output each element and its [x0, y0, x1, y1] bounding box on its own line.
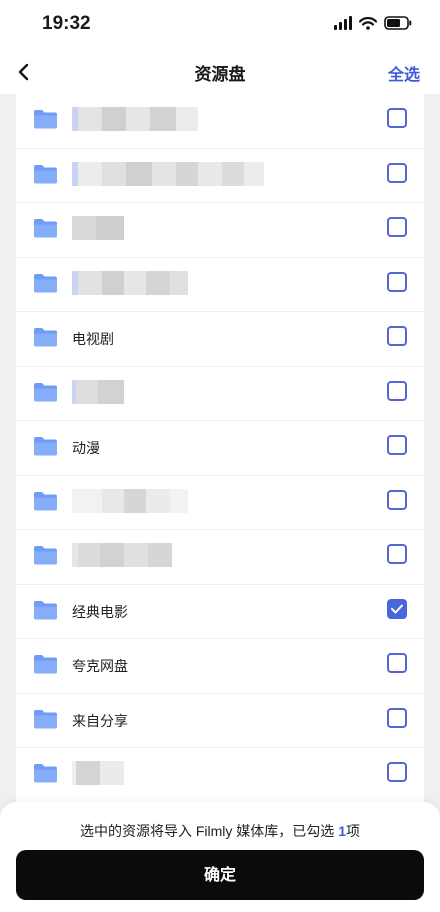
folder-row[interactable]: 来自分享 [16, 694, 424, 748]
folder-row[interactable] [16, 258, 424, 312]
folder-row[interactable]: 动漫 [16, 421, 424, 476]
selected-count: 1 [338, 823, 346, 839]
signal-icon [334, 16, 352, 30]
folder-row[interactable] [16, 367, 424, 421]
folder-icon [33, 273, 58, 293]
folder-checkbox[interactable] [387, 162, 407, 183]
folder-row[interactable] [16, 203, 424, 258]
folder-icon [33, 109, 58, 129]
folder-name: 来自分享 [72, 712, 128, 729]
folder-row[interactable] [16, 748, 424, 803]
redacted-folder-name [72, 270, 188, 295]
folder-icon [33, 436, 58, 456]
redacted-folder-name [72, 488, 188, 513]
folder-row[interactable]: 电视剧 [16, 312, 424, 367]
folder-checkbox[interactable] [387, 489, 407, 510]
folder-list: 电视剧动漫经典电影夸克网盘来自分享 [16, 94, 424, 814]
folder-name: 电视剧 [72, 331, 114, 347]
confirm-button[interactable]: 确定 [16, 850, 424, 900]
folder-name: 经典电影 [72, 603, 128, 620]
folder-row[interactable] [16, 94, 424, 149]
folder-checkbox[interactable] [387, 544, 407, 564]
folder-checkbox[interactable] [387, 108, 407, 128]
folder-icon [33, 709, 58, 729]
wifi-icon [359, 16, 377, 30]
redacted-folder-name [72, 216, 124, 240]
folder-row[interactable] [16, 149, 424, 203]
bottom-sheet: 选中的资源将导入 Filmly 媒体库，已勾选 1项 确定 [0, 802, 440, 912]
redacted-folder-name [72, 543, 172, 567]
selection-note-text: 选中的资源将导入 Filmly 媒体库，已勾选 [79, 823, 335, 839]
folder-checkbox[interactable] [387, 707, 407, 728]
folder-name: 动漫 [72, 440, 100, 456]
folder-checkbox[interactable] [387, 217, 407, 237]
folder-row[interactable] [16, 476, 424, 530]
folder-icon [33, 763, 58, 783]
select-all-button[interactable]: 全选 [388, 61, 420, 85]
folder-icon [33, 164, 58, 184]
status-bar: 19:32 [0, 0, 440, 50]
folder-row[interactable]: 夸克网盘 [16, 639, 424, 694]
redacted-folder-name [72, 379, 124, 404]
folder-checkbox[interactable] [387, 326, 407, 346]
folder-checkbox[interactable] [387, 271, 407, 292]
redacted-folder-name [72, 107, 198, 131]
folder-row[interactable]: 经典电影 [16, 585, 424, 639]
folder-icon [33, 491, 58, 511]
page-title: 资源盘 [194, 65, 246, 85]
folder-name: 夸克网盘 [72, 658, 128, 674]
folder-checkbox[interactable] [387, 380, 407, 401]
status-icons [334, 16, 412, 30]
folder-icon [33, 545, 58, 565]
status-time: 19:32 [42, 13, 91, 34]
folder-icon [33, 600, 58, 620]
selection-note-suffix: 项 [346, 823, 360, 839]
folder-icon [33, 382, 58, 402]
folder-icon [33, 327, 58, 347]
folder-checkbox[interactable] [387, 653, 407, 673]
folder-checkbox[interactable] [387, 435, 407, 455]
redacted-folder-name [72, 761, 124, 785]
redacted-folder-name [72, 161, 264, 186]
folder-checkbox[interactable] [387, 762, 407, 782]
folder-checkbox[interactable] [387, 598, 407, 619]
battery-icon [384, 16, 412, 30]
nav-bar: 资源盘 全选 [0, 50, 440, 94]
selection-note: 选中的资源将导入 Filmly 媒体库，已勾选 1项 [0, 821, 440, 841]
folder-icon [33, 654, 58, 674]
folder-icon [33, 218, 58, 238]
folder-row[interactable] [16, 530, 424, 585]
